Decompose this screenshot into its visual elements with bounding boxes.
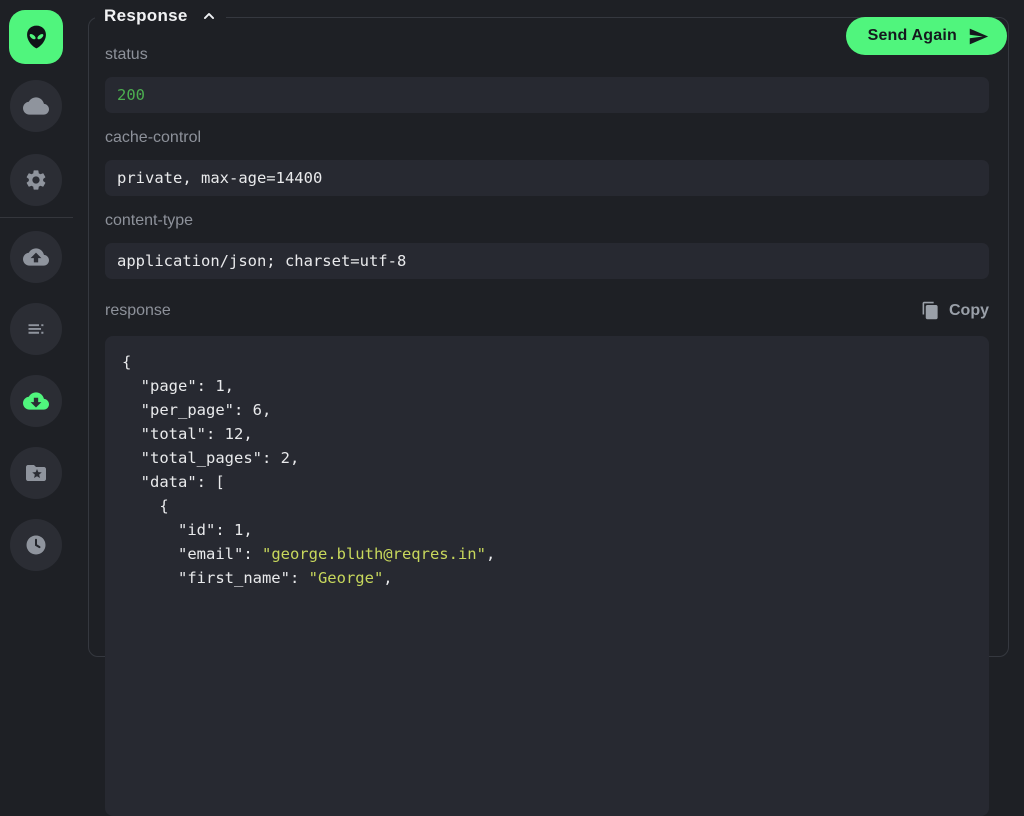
response-panel-content: status 200 cache-control private, max-ag… (89, 18, 1008, 656)
code-line: "per_page": 6, (122, 398, 977, 422)
cache-control-label: cache-control (105, 129, 989, 147)
status-label: status (105, 46, 989, 64)
folder-star-icon (24, 461, 48, 485)
alien-icon (22, 23, 51, 52)
cache-control-value: private, max-age=14400 (105, 160, 989, 196)
cloud-icon (23, 93, 49, 119)
sidebar-item-cloud[interactable] (10, 80, 62, 132)
response-panel: Response Send Again status 200 cache-con… (88, 17, 1009, 657)
sidebar-item-download[interactable] (10, 375, 62, 427)
response-body[interactable]: { "page": 1, "per_page": 6, "total": 12,… (105, 336, 989, 816)
cloud-download-icon (23, 388, 49, 414)
code-line: "id": 1, (122, 518, 977, 542)
code-line: "first_name": "George", (122, 566, 977, 590)
code-line: { (122, 494, 977, 518)
response-label: response (105, 302, 171, 320)
code-line: "email": "george.bluth@reqres.in", (122, 542, 977, 566)
content-type-label: content-type (105, 212, 989, 230)
sidebar-item-logo[interactable] (9, 10, 63, 64)
code-line: "page": 1, (122, 374, 977, 398)
sidebar-divider (0, 217, 73, 218)
code-line: "total": 12, (122, 422, 977, 446)
sidebar-item-requests[interactable] (10, 303, 62, 355)
response-toolbar: response Copy (105, 301, 989, 320)
sidebar-item-history[interactable] (10, 519, 62, 571)
sidebar-item-settings[interactable] (10, 154, 62, 206)
copy-label: Copy (949, 302, 989, 320)
copy-button[interactable]: Copy (921, 301, 989, 320)
cloud-upload-icon (23, 244, 49, 270)
status-value: 200 (105, 77, 989, 113)
code-line: { (122, 350, 977, 374)
sidebar-item-upload[interactable] (10, 231, 62, 283)
copy-icon (921, 301, 940, 320)
code-line: "data": [ (122, 470, 977, 494)
code-line: "total_pages": 2, (122, 446, 977, 470)
content-type-value: application/json; charset=utf-8 (105, 243, 989, 279)
sidebar-item-collections[interactable] (10, 447, 62, 499)
sidebar (0, 0, 72, 600)
list-icon (24, 317, 48, 341)
clock-icon (24, 533, 48, 557)
gear-icon (24, 168, 48, 192)
